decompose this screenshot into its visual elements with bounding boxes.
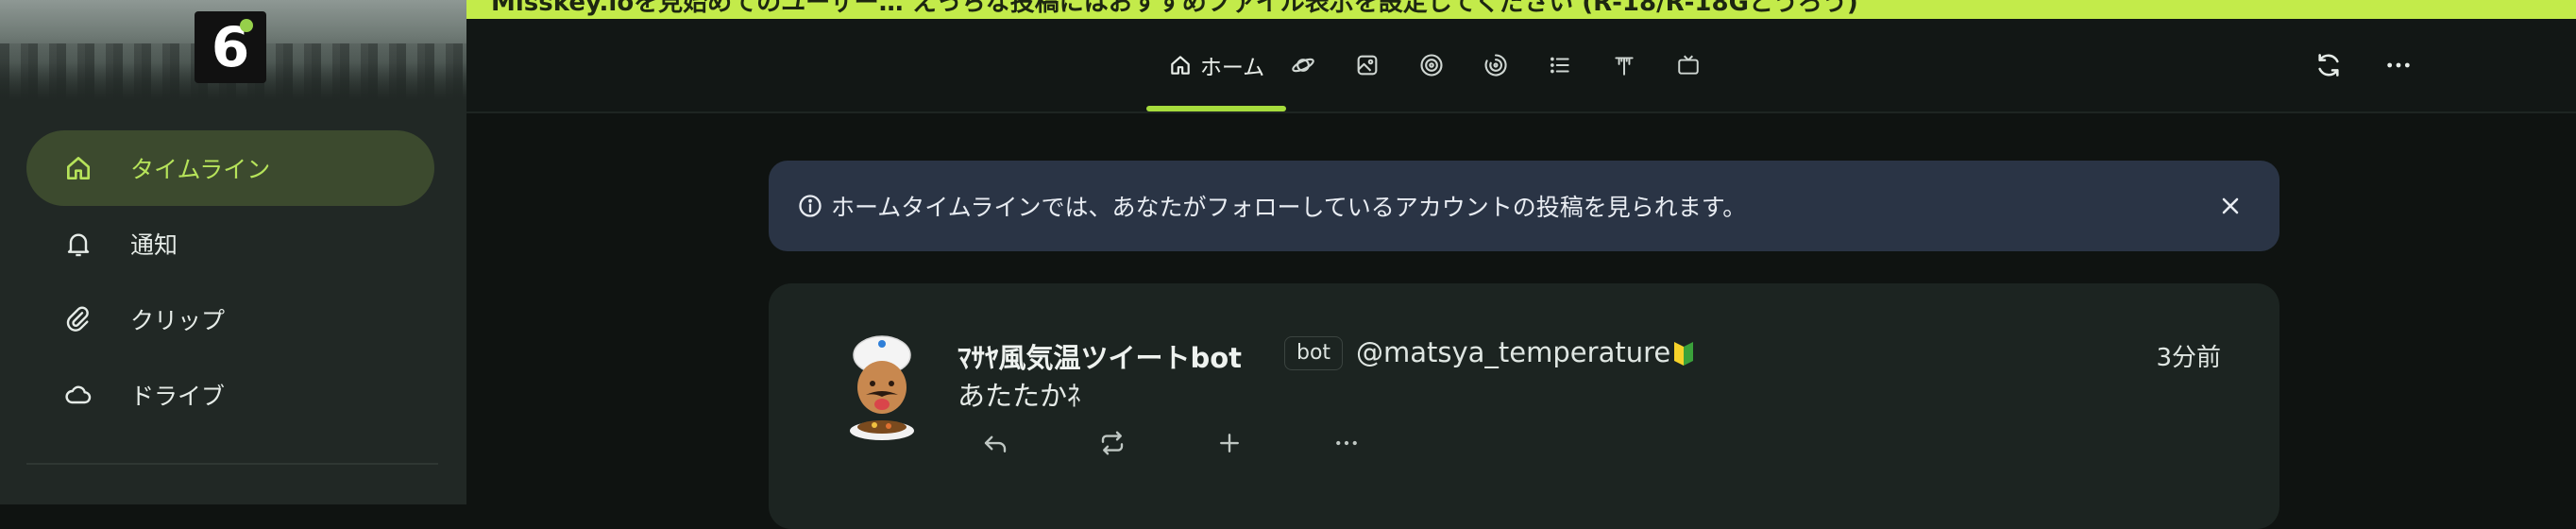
sidebar-item-clips[interactable]: クリップ xyxy=(26,282,434,357)
sidebar-item-timeline[interactable]: タイムライン xyxy=(26,130,434,206)
tab-channels[interactable] xyxy=(1662,19,1715,111)
sidebar: 6 タイムライン 通知 クリップ ドライブ xyxy=(0,0,466,504)
timeline-header: ホーム xyxy=(466,19,2576,113)
refresh-icon xyxy=(2313,50,2344,80)
instance-logo[interactable]: 6 xyxy=(195,11,266,83)
sidebar-divider xyxy=(26,463,438,465)
timeline-info-banner: ホームタイムラインでは、あなたがフォローしているアカウントの投稿を見られます。 xyxy=(769,161,2279,251)
sidebar-item-label: 通知 xyxy=(130,231,178,259)
whirl-icon xyxy=(1418,52,1445,78)
more-icon xyxy=(1332,429,1361,457)
antenna-icon xyxy=(1612,53,1636,77)
note-timestamp[interactable]: 3分前 xyxy=(2156,338,2221,373)
active-tab-indicator xyxy=(1146,106,1286,111)
list-icon xyxy=(1548,53,1572,77)
sidebar-item-label: タイムライン xyxy=(130,156,271,183)
tab-local[interactable] xyxy=(1277,19,1330,111)
tab-media[interactable] xyxy=(1341,19,1394,111)
sidebar-item-drive[interactable]: ドライブ xyxy=(26,357,434,433)
image-icon xyxy=(1354,52,1381,78)
tab-lists[interactable] xyxy=(1534,19,1586,111)
renote-icon xyxy=(1098,429,1127,457)
sidebar-item-label: クリップ xyxy=(130,307,226,334)
refresh-button[interactable] xyxy=(2300,19,2357,111)
home-icon xyxy=(1168,53,1193,77)
info-icon xyxy=(797,193,823,223)
tab-home[interactable]: ホーム xyxy=(1146,19,1286,111)
tab-global[interactable] xyxy=(1469,19,1522,111)
sidebar-item-label: ドライブ xyxy=(130,383,226,410)
react-button[interactable] xyxy=(1211,421,1248,465)
bot-badge: bot xyxy=(1284,336,1344,370)
sidebar-nav: タイムライン 通知 クリップ ドライブ xyxy=(26,130,434,433)
avatar[interactable] xyxy=(835,333,929,446)
reply-icon xyxy=(981,429,1009,457)
tab-social[interactable] xyxy=(1405,19,1458,111)
note-display-name[interactable]: ﾏｻﾔ風気温ツイートbot xyxy=(958,336,1242,376)
plus-icon xyxy=(1215,429,1244,457)
universe-icon xyxy=(1483,52,1509,78)
sidebar-item-notifications[interactable]: 通知 xyxy=(26,206,434,282)
reply-button[interactable] xyxy=(976,421,1014,465)
more-icon xyxy=(2383,50,2414,80)
note-more-button[interactable] xyxy=(1328,421,1365,465)
home-icon xyxy=(62,152,94,184)
main-area: Misskey.ioを見始めてのユーザー… えっちな投稿にはおすすめファイル表示… xyxy=(466,0,2576,529)
bell-icon xyxy=(62,228,94,260)
announcement-text: Misskey.ioを見始めてのユーザー… えっちな投稿にはおすすめファイル表示… xyxy=(491,0,1858,17)
tab-antennas[interactable] xyxy=(1598,19,1651,111)
tv-icon xyxy=(1676,53,1701,77)
note-card[interactable]: ﾏｻﾔ風気温ツイートbot bot @matsya_temperature 3分… xyxy=(769,283,2279,529)
more-options-button[interactable] xyxy=(2370,19,2427,111)
tab-label: ホーム xyxy=(1199,56,1265,80)
close-icon[interactable] xyxy=(2217,193,2244,223)
beginner-mark-icon xyxy=(1673,338,1694,367)
planet-icon xyxy=(1290,52,1316,78)
paperclip-icon xyxy=(62,303,94,335)
announcement-bar[interactable]: Misskey.ioを見始めてのユーザー… えっちな投稿にはおすすめファイル表示… xyxy=(466,0,2576,19)
note-text: あたたかﾈ xyxy=(958,380,1081,412)
info-text: ホームタイムラインでは、あなたがフォローしているアカウントの投稿を見られます。 xyxy=(831,194,1747,221)
logo-dot xyxy=(240,19,253,32)
cloud-icon xyxy=(62,379,94,411)
note-username[interactable]: @matsya_temperature xyxy=(1356,336,1670,368)
renote-button[interactable] xyxy=(1093,421,1131,465)
